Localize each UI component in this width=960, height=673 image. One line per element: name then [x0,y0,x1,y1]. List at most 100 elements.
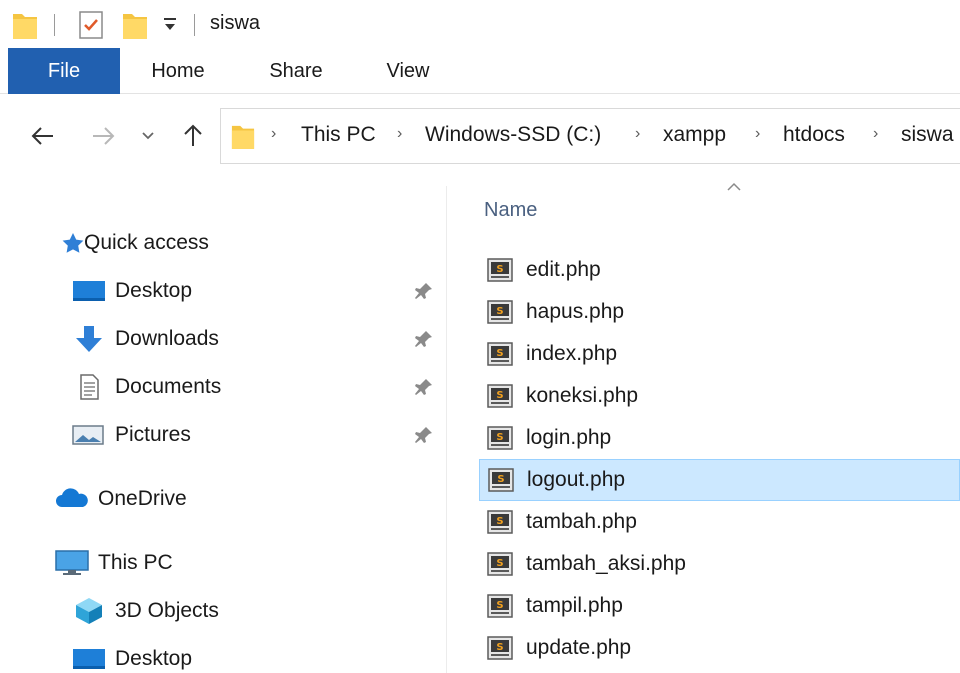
breadcrumb-siswa[interactable]: siswa [901,123,954,147]
nav-this-pc[interactable]: This PC [54,546,173,580]
star-icon [62,233,84,253]
php-file-icon: S [487,552,513,576]
nav-label: 3D Objects [115,599,219,622]
php-file-icon: S [487,342,513,366]
arrow-left-icon [31,127,53,145]
file-name: index.php [526,342,618,365]
up-button[interactable] [176,118,210,154]
title-bar: siswa [0,0,960,48]
column-header-name[interactable]: Name [484,199,537,222]
chevron-down-icon [142,132,154,140]
svg-text:S: S [496,390,503,401]
php-file-icon: S [487,426,513,450]
breadcrumb-separator[interactable]: › [755,125,760,143]
cube-icon [76,598,102,624]
pin-icon[interactable] [414,377,434,397]
toolbar-separator [54,14,55,36]
php-file-icon: S [487,384,513,408]
new-folder-icon[interactable] [122,10,148,40]
file-row[interactable]: Slogout.php [479,459,960,501]
breadcrumb-separator[interactable]: › [635,125,640,143]
php-file-icon: S [487,258,513,282]
window-title: siswa [210,12,261,34]
pin-icon[interactable] [414,425,434,445]
file-row[interactable]: Stampil.php [479,585,960,627]
address-bar[interactable]: › This PC › Windows-SSD (C:) › xampp › h… [220,108,960,164]
svg-text:S: S [496,264,503,275]
file-name: tambah_aksi.php [526,552,686,575]
file-name: login.php [526,426,612,449]
nav-item-documents[interactable]: Documents [72,370,221,404]
computer-icon [55,550,89,575]
nav-quick-access[interactable]: Quick access [60,226,209,260]
breadcrumb-drive[interactable]: Windows-SSD (C:) [425,123,601,147]
svg-text:S: S [496,642,503,653]
folder-icon[interactable] [12,10,38,40]
php-file-icon: S [487,300,513,324]
breadcrumb-htdocs[interactable]: htdocs [783,123,845,147]
file-name: edit.php [526,258,601,281]
properties-icon[interactable] [78,10,104,40]
file-name: tambah.php [526,510,637,533]
pane-divider[interactable] [446,186,447,673]
svg-text:S: S [496,348,503,359]
breadcrumb-separator[interactable]: › [873,125,878,143]
nav-label: Downloads [115,327,219,350]
desktop-icon [73,649,105,669]
nav-label: Desktop [115,647,193,670]
file-name: koneksi.php [526,384,639,407]
cloud-icon [56,488,88,507]
file-row[interactable]: Sindex.php [479,333,960,375]
download-arrow-icon [76,326,102,352]
breadcrumb-separator[interactable]: › [271,125,276,143]
php-file-icon: S [487,594,513,618]
desktop-icon [73,281,105,301]
arrow-right-icon [93,127,115,145]
file-name: update.php [526,636,632,659]
pin-icon[interactable] [414,329,434,349]
svg-text:S: S [496,432,503,443]
file-row[interactable]: Supdate.php [479,627,960,669]
customize-toolbar-icon[interactable] [162,16,178,34]
forward-button[interactable] [86,118,120,154]
pictures-icon [72,425,104,445]
file-row[interactable]: Slogin.php [479,417,960,459]
file-name: logout.php [527,468,626,491]
nav-item-downloads[interactable]: Downloads [72,322,219,356]
nav-onedrive[interactable]: OneDrive [54,482,187,516]
file-row[interactable]: Sedit.php [479,249,960,291]
svg-text:S: S [497,474,504,485]
nav-item-3d-objects[interactable]: 3D Objects [72,594,219,628]
nav-label: Quick access [84,231,209,254]
nav-label: Desktop [115,279,193,302]
php-file-icon: S [487,636,513,660]
file-row[interactable]: Shapus.php [479,291,960,333]
arrow-up-icon [184,124,202,146]
tab-view[interactable]: View [370,48,446,94]
file-row[interactable]: Stambah_aksi.php [479,543,960,585]
breadcrumb-xampp[interactable]: xampp [663,123,726,147]
pin-icon[interactable] [414,281,434,301]
tab-share[interactable]: Share [256,48,336,94]
file-name: hapus.php [526,300,625,323]
file-row[interactable]: Skoneksi.php [479,375,960,417]
php-file-icon: S [488,468,514,492]
tab-home[interactable]: Home [138,48,218,94]
toolbar-separator [194,14,195,36]
nav-label: Documents [115,375,222,398]
nav-item-desktop[interactable]: Desktop [72,274,192,308]
file-row[interactable]: Stambah.php [479,501,960,543]
back-button[interactable] [26,118,60,154]
svg-text:S: S [496,516,503,527]
svg-text:S: S [496,306,503,317]
svg-text:S: S [496,558,503,569]
nav-label: OneDrive [98,487,187,510]
breadcrumb-this-pc[interactable]: This PC [301,123,376,147]
nav-item-desktop-pc[interactable]: Desktop [72,642,192,673]
recent-locations-button[interactable] [136,118,160,154]
tab-file[interactable]: File [8,48,120,94]
breadcrumb-separator[interactable]: › [397,125,402,143]
document-icon [80,374,99,400]
nav-item-pictures[interactable]: Pictures [72,418,191,452]
file-name: tampil.php [526,594,623,617]
